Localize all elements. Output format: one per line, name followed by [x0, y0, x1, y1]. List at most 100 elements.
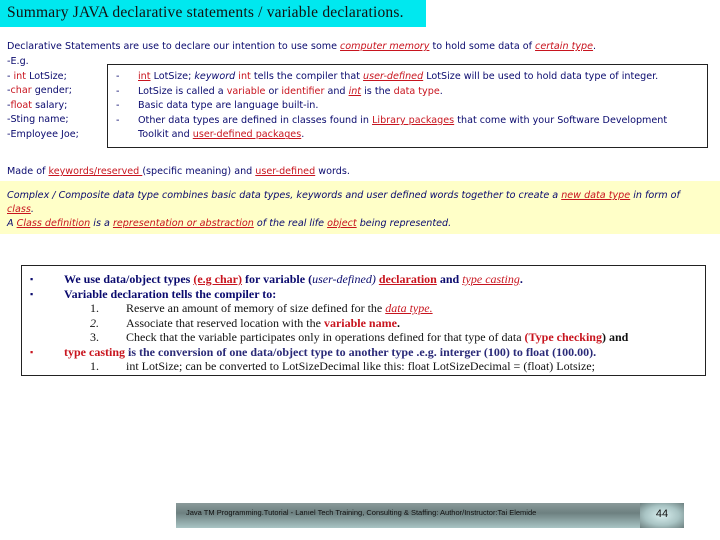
- item-rest: salary;: [32, 99, 68, 111]
- text: is the conversion of one data/object typ…: [125, 344, 597, 359]
- text: for variable (: [241, 272, 313, 286]
- text: in form of: [630, 190, 680, 201]
- made-of-text: Made of keywords/reserved (specific mean…: [7, 166, 350, 177]
- dash-bullet: -: [116, 85, 120, 97]
- text: being represented.: [356, 218, 452, 229]
- intro-before: Declarative Statements are use to declar…: [7, 41, 341, 52]
- row-text: Associate that reserved location with th…: [126, 316, 400, 331]
- link-user-defined-2[interactable]: user-defined: [255, 166, 315, 177]
- link-certain-type[interactable]: certain type: [535, 41, 593, 52]
- intro-text: Declarative Statements are use to declar…: [7, 41, 596, 52]
- link-representation-abstraction[interactable]: representation or abstraction: [113, 218, 254, 229]
- slide-title: Summary JAVA declarative statements / va…: [7, 4, 404, 21]
- bullet-text: type casting is the conversion of one da…: [64, 345, 596, 360]
- decl-row-text: int LotSize; keyword int tells the compi…: [138, 70, 658, 85]
- decl-row-text: LotSize is called a variable or identifi…: [138, 85, 443, 100]
- square-bullet-icon: ▪: [30, 346, 34, 357]
- dash-bullet: -: [116, 114, 120, 126]
- link-new-data-type[interactable]: new data type: [561, 190, 630, 201]
- text: is the: [361, 85, 394, 97]
- kw-int: int: [138, 71, 151, 82]
- row-number: 1.: [90, 301, 99, 315]
- example-item: -Employee Joe;: [7, 128, 79, 143]
- text: LotSize is called a: [138, 85, 227, 97]
- declaration-explanation-box: - int LotSize; keyword int tells the com…: [107, 64, 708, 148]
- term-variable-name: variable name: [323, 315, 397, 330]
- link-class-definition[interactable]: Class definition: [17, 218, 91, 229]
- bullet-text: We use data/object types (e.g char) for …: [64, 272, 523, 287]
- complex-line-1: Complex / Composite data type combines b…: [7, 190, 680, 201]
- item-keyword: int: [13, 70, 27, 82]
- item-keyword: float: [10, 99, 33, 111]
- row-number: 2.: [90, 315, 99, 330]
- complex-type-callout: Complex / Composite data type combines b…: [0, 181, 720, 234]
- text: tells the compiler that: [250, 71, 364, 82]
- dash-bullet: -: [116, 71, 120, 82]
- link-class[interactable]: class: [7, 204, 31, 215]
- text: We use data/object types: [64, 272, 194, 286]
- text: and: [436, 272, 463, 286]
- item-rest: Employee Joe;: [10, 128, 79, 140]
- intro-after: .: [593, 41, 597, 52]
- text: .: [301, 129, 305, 141]
- link-type-casting[interactable]: type casting: [462, 272, 520, 286]
- example-item: -char gender;: [7, 84, 79, 99]
- link-object[interactable]: object: [327, 218, 357, 229]
- row-text: Reserve an amount of memory of size defi…: [126, 301, 433, 316]
- example-item: - int LotSize;: [7, 70, 79, 85]
- text: LotSize will be used to hold data type o…: [423, 71, 659, 82]
- square-bullet-icon: ▪: [30, 288, 34, 299]
- square-bullet-icon: ▪: [30, 274, 34, 284]
- row-text: Check that the variable participates onl…: [126, 330, 628, 345]
- link-data-type[interactable]: data type.: [385, 301, 432, 315]
- text: of the real life: [253, 218, 328, 229]
- kw-int-2: int: [235, 71, 251, 82]
- link-user-defined[interactable]: user-defined: [363, 71, 423, 82]
- text: .: [396, 315, 400, 330]
- text: .: [439, 85, 443, 97]
- link-declaration[interactable]: declaration: [379, 272, 437, 286]
- complex-line-2: class.: [7, 204, 34, 215]
- decl-row-text: Toolkit and user-defined packages.: [138, 128, 304, 143]
- example-item: -Sting name;: [7, 113, 79, 128]
- text: Toolkit and: [138, 129, 193, 141]
- text: words.: [315, 166, 350, 177]
- text: is a: [90, 218, 113, 229]
- link-library-packages[interactable]: Library packages: [372, 115, 454, 126]
- complex-line-3: A Class definition is a representation o…: [7, 218, 451, 229]
- text: Made of: [7, 166, 49, 177]
- text: Other data types are defined in classes …: [138, 114, 373, 126]
- text: Check that the variable participates onl…: [126, 330, 525, 344]
- footer-credit-text: Java TM Programming.Tutorial - Lanıel Te…: [186, 508, 537, 517]
- item-keyword: char: [10, 85, 32, 97]
- page-number: 44: [655, 508, 669, 520]
- text: Reserve an amount of memory of size defi…: [126, 301, 386, 315]
- term-type-casting: type casting: [64, 344, 125, 359]
- text: .: [30, 204, 34, 215]
- row-number: 3.: [90, 330, 99, 344]
- term-identifier: identifier: [281, 85, 325, 97]
- row-text: int LotSize; can be converted to LotSize…: [126, 359, 595, 373]
- link-computer-memory[interactable]: computer memory: [340, 41, 429, 52]
- item-rest: gender;: [31, 85, 72, 97]
- text: or: [265, 85, 282, 97]
- intro-middle: to hold some data of: [429, 41, 536, 52]
- example-item: -float salary;: [7, 99, 79, 114]
- row-number: 1.: [90, 359, 99, 373]
- link-keywords-reserved[interactable]: keywords/reserved: [49, 166, 143, 177]
- slide-title-bar: Summary JAVA declarative statements / va…: [0, 0, 426, 27]
- link-user-defined-packages[interactable]: user-defined packages: [193, 129, 301, 140]
- text: and: [324, 85, 349, 97]
- text: ) and: [601, 330, 629, 344]
- text: .: [519, 272, 523, 286]
- item-rest: Sting name;: [10, 114, 69, 126]
- examples-eg: -E.g.: [7, 56, 29, 67]
- page-number-panel: 44: [640, 503, 684, 528]
- keyword-label: keyword: [194, 71, 236, 82]
- link-eg-char[interactable]: (e.g char): [193, 272, 242, 286]
- variable-declaration-box: ▪ We use data/object types (e.g char) fo…: [21, 265, 706, 376]
- link-int[interactable]: int: [349, 86, 362, 97]
- slide-footer: Java TM Programming.Tutorial - Lanıel Te…: [176, 503, 684, 528]
- text: that come with your Software Development: [454, 114, 668, 126]
- text: (specific meaning) and: [142, 166, 256, 177]
